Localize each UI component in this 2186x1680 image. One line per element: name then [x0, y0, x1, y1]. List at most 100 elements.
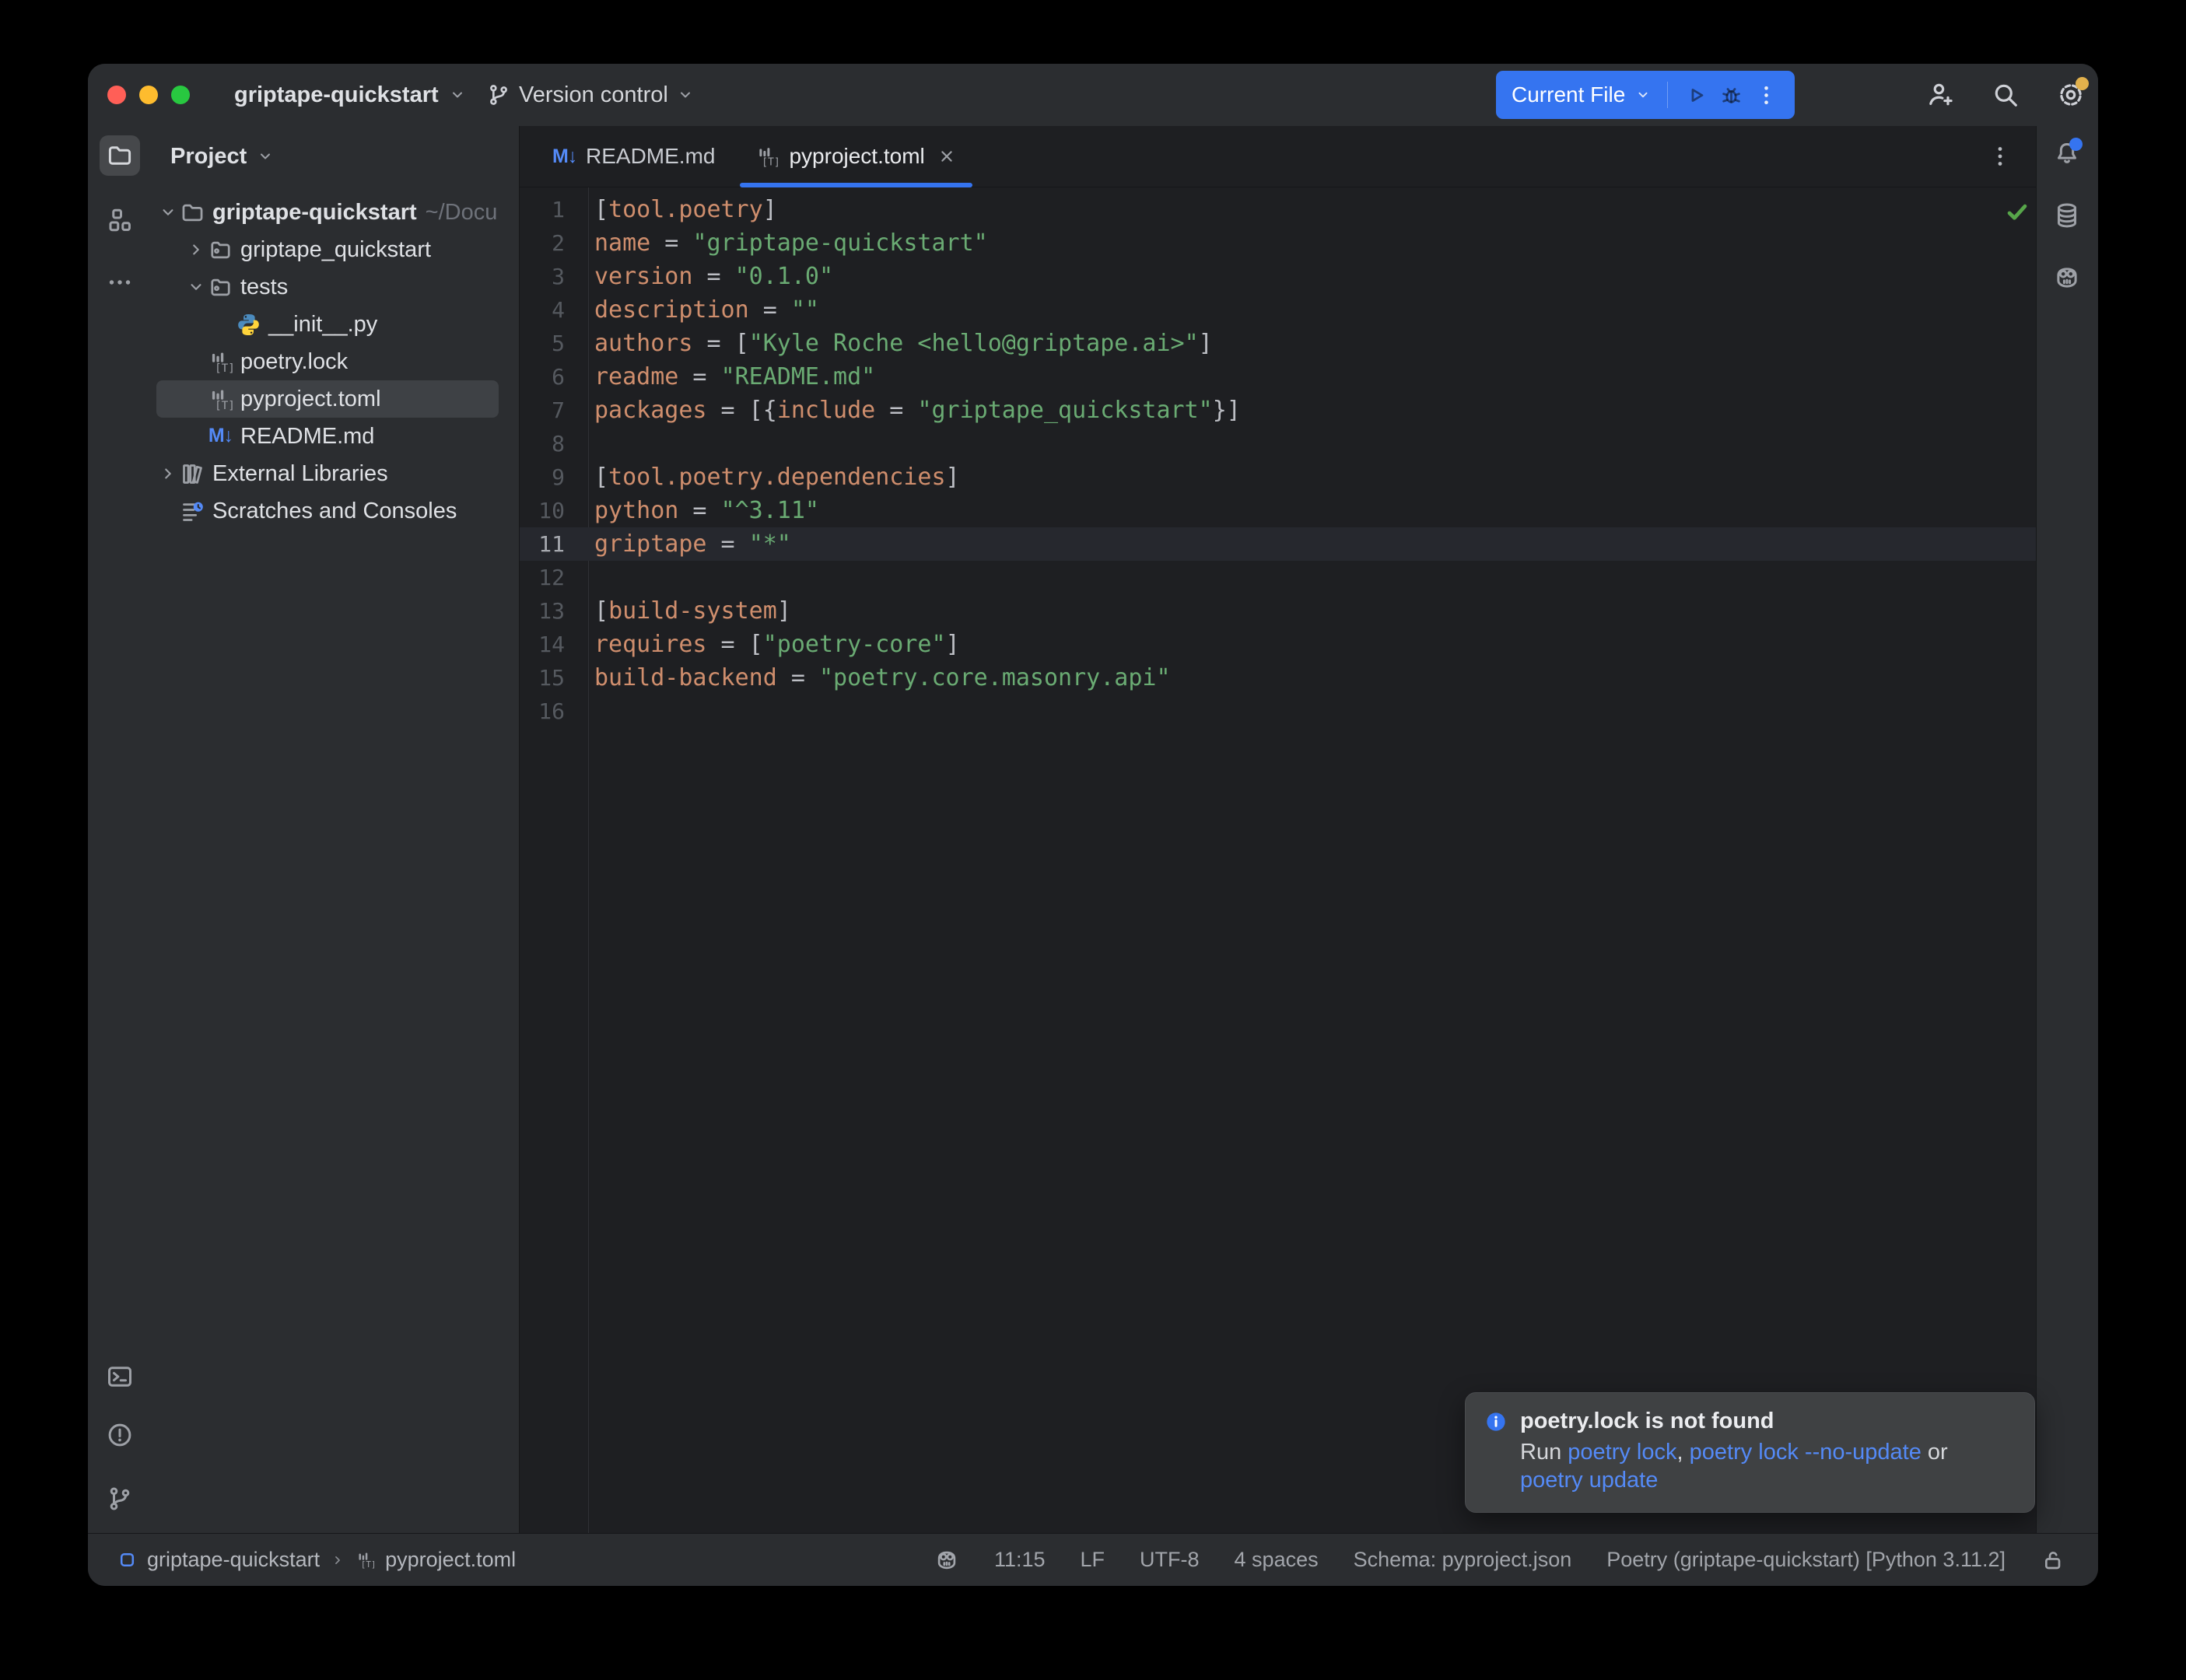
link-poetry lock --no-update[interactable]: poetry lock --no-update	[1690, 1440, 1922, 1465]
project-switcher[interactable]: griptape-quickstart	[234, 64, 467, 126]
title-bar: griptape-quickstart Version control Curr…	[88, 64, 2098, 127]
tree-item-poetry.lock[interactable]: [T]poetry.lock	[156, 343, 499, 380]
chevron-right-icon[interactable]	[156, 464, 180, 484]
right-tool-strip	[2036, 126, 2098, 1533]
toml-icon: [T]	[356, 1550, 375, 1570]
project-tree: griptape-quickstart~/Documegriptape_quic…	[152, 194, 519, 530]
chevron-down-icon[interactable]	[184, 277, 208, 297]
code-text: name = "griptape-quickstart"	[565, 226, 988, 260]
run-configuration-selector[interactable]: Current File	[1512, 82, 1625, 107]
code-line-5[interactable]: 5authors = ["Kyle Roche <hello@griptape.…	[520, 327, 2037, 360]
terminal-tool-button[interactable]	[100, 1356, 140, 1397]
code-line-9[interactable]: 9[tool.poetry.dependencies]	[520, 460, 2037, 494]
tree-item-label: README.md	[240, 424, 374, 450]
tab-pyproject.toml[interactable]: [T]pyproject.toml	[735, 126, 976, 187]
line-number: 15	[520, 661, 565, 695]
more-tool-windows-button[interactable]	[100, 262, 140, 303]
code-line-2[interactable]: 2name = "griptape-quickstart"	[520, 226, 2037, 260]
scratches-icon	[180, 499, 205, 524]
tree-item-Scratches and Consoles[interactable]: Scratches and Consoles	[156, 492, 499, 530]
chevron-right-icon[interactable]	[184, 240, 208, 260]
code-line-6[interactable]: 6readme = "README.md"	[520, 360, 2037, 394]
run-button[interactable]	[1683, 82, 1709, 108]
title-bar-actions	[1925, 64, 2086, 126]
notification-title: poetry.lock is not found	[1520, 1409, 1774, 1434]
tree-item-griptape_quickstart[interactable]: griptape_quickstart	[156, 231, 499, 268]
problems-tool-button[interactable]	[100, 1415, 140, 1455]
tree-item-label: poetry.lock	[240, 349, 348, 375]
line-number: 14	[520, 628, 565, 661]
status-item[interactable]: 4 spaces	[1235, 1548, 1319, 1572]
debug-button[interactable]	[1718, 82, 1744, 108]
tree-item-label: __init__.py	[268, 312, 377, 338]
breadcrumb-item[interactable]: griptape-quickstart	[147, 1548, 320, 1572]
status-item[interactable]: Poetry (griptape-quickstart) [Python 3.1…	[1606, 1548, 2006, 1572]
python-icon	[236, 312, 261, 338]
project-panel-header[interactable]: Project	[152, 126, 519, 187]
code-text: authors = ["Kyle Roche <hello@griptape.a…	[565, 327, 1213, 360]
libraries-icon	[180, 461, 205, 487]
code-line-3[interactable]: 3version = "0.1.0"	[520, 260, 2037, 293]
status-item[interactable]: LF	[1081, 1548, 1105, 1572]
editor-options-button[interactable]	[1987, 143, 2013, 170]
code-line-10[interactable]: 10python = "^3.11"	[520, 494, 2037, 527]
markdown-icon: M↓	[552, 145, 576, 168]
code-line-8[interactable]: 8	[520, 427, 2037, 460]
ai-assistant-tool-button[interactable]	[2047, 257, 2087, 298]
code-line-1[interactable]: 1[tool.poetry]	[520, 193, 2037, 226]
link-poetry update[interactable]: poetry update	[1520, 1468, 1658, 1493]
code-line-7[interactable]: 7packages = [{include = "griptape_quicks…	[520, 394, 2037, 427]
package-icon	[208, 237, 233, 263]
tree-item-README.md[interactable]: M↓README.md	[156, 418, 499, 455]
close-window-button[interactable]	[107, 86, 126, 104]
link-poetry lock[interactable]: poetry lock	[1568, 1440, 1676, 1465]
settings-button[interactable]	[2056, 80, 2086, 110]
code-text	[565, 427, 594, 460]
project-tool-button[interactable]	[100, 135, 140, 176]
tree-item-label: tests	[240, 275, 288, 300]
code-line-16[interactable]: 16	[520, 695, 2037, 728]
tree-item-tests[interactable]: tests	[156, 268, 499, 306]
code-text: [tool.poetry.dependencies]	[565, 460, 960, 494]
code-line-4[interactable]: 4description = ""	[520, 293, 2037, 327]
status-item[interactable]: 11:15	[994, 1548, 1046, 1572]
breadcrumb-item[interactable]: pyproject.toml	[385, 1548, 516, 1572]
status-item[interactable]: UTF-8	[1140, 1548, 1200, 1572]
line-number: 13	[520, 594, 565, 628]
notifications-tool-button[interactable]	[2047, 133, 2087, 173]
tab-README.md[interactable]: M↓README.md	[532, 126, 735, 187]
minimize-window-button[interactable]	[139, 86, 158, 104]
tree-item-External Libraries[interactable]: External Libraries	[156, 455, 499, 492]
status-item[interactable]: Schema: pyproject.json	[1354, 1548, 1572, 1572]
tree-item-label: pyproject.toml	[240, 387, 381, 412]
close-icon[interactable]	[937, 146, 957, 166]
chevron-down-icon[interactable]	[1634, 86, 1652, 103]
vcs-widget[interactable]: Version control	[486, 64, 695, 126]
tab-label: pyproject.toml	[789, 144, 924, 169]
version-control-tool-button[interactable]	[100, 1479, 140, 1519]
exclamation-circle-icon	[106, 1421, 134, 1449]
code-editor[interactable]: 1[tool.poetry]2name = "griptape-quicksta…	[520, 187, 2037, 1533]
database-tool-button[interactable]	[2047, 195, 2087, 236]
line-number: 8	[520, 427, 565, 460]
code-line-13[interactable]: 13[build-system]	[520, 594, 2037, 628]
more-run-options-button[interactable]	[1753, 82, 1779, 108]
chevron-down-icon[interactable]	[156, 202, 180, 222]
code-line-15[interactable]: 15build-backend = "poetry.core.masonry.a…	[520, 661, 2037, 695]
tree-item-pyproject.toml[interactable]: [T]pyproject.toml	[156, 380, 499, 418]
tree-item-label: griptape-quickstart	[212, 200, 417, 226]
structure-tool-button[interactable]	[100, 200, 140, 240]
code-with-me-button[interactable]	[1925, 80, 1955, 110]
tree-item-__init__.py[interactable]: __init__.py	[156, 306, 499, 343]
zoom-window-button[interactable]	[171, 86, 190, 104]
project-panel-title: Project	[170, 144, 247, 170]
search-everywhere-button[interactable]	[1991, 80, 2020, 110]
code-line-14[interactable]: 14requires = ["poetry-core"]	[520, 628, 2037, 661]
notification-text-line: poetry update	[1520, 1466, 2013, 1494]
copilot-icon[interactable]	[934, 1548, 959, 1573]
tree-item-griptape-quickstart[interactable]: griptape-quickstart~/Docume	[156, 194, 499, 231]
unlock-icon[interactable]	[2041, 1548, 2065, 1573]
code-line-12[interactable]: 12	[520, 561, 2037, 594]
code-line-11[interactable]: 11griptape = "*"	[520, 527, 2037, 561]
code-text: requires = ["poetry-core"]	[565, 628, 960, 661]
